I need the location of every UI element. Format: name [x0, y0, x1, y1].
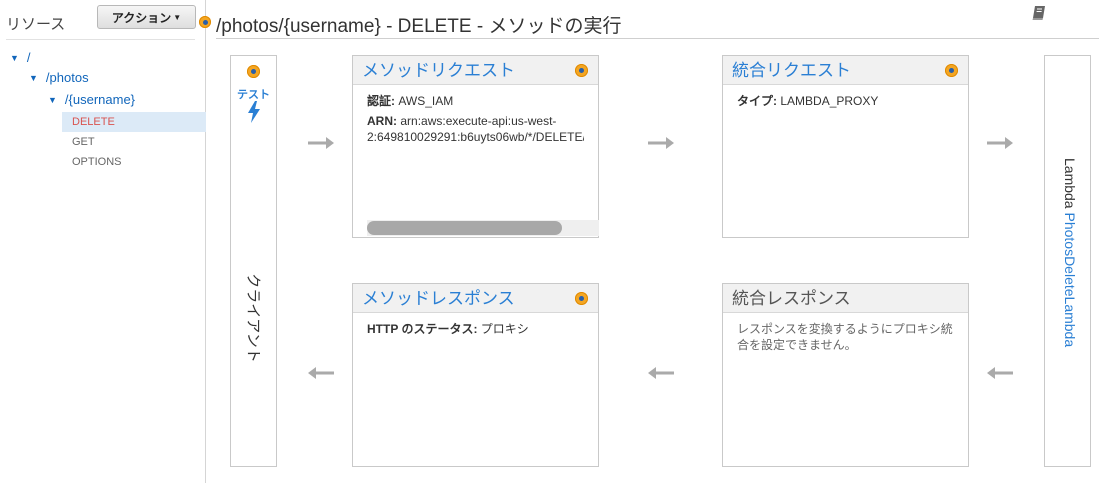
arn-value-line1: arn:aws:execute-api:us-west-: [400, 114, 557, 128]
arrow-left-icon: [648, 367, 674, 379]
type-label: タイプ:: [737, 94, 777, 108]
integration-response-panel: 統合レスポンス レスポンスを変換するようにプロキシ統合を設定できません。: [722, 283, 969, 467]
method-request-panel: メソッドリクエスト 認証: AWS_IAM ARN: arn:aws:execu…: [352, 55, 599, 238]
method-request-title[interactable]: メソッドリクエスト: [362, 61, 515, 80]
sidebar-divider: [6, 39, 195, 40]
lambda-prefix: Lambda: [1061, 158, 1078, 209]
method-item-options[interactable]: OPTIONS: [62, 152, 206, 172]
status-dot-icon: [199, 16, 211, 28]
auth-label: 認証:: [367, 94, 395, 108]
tree-item-label: /: [26, 50, 31, 65]
arrow-left-icon: [987, 367, 1013, 379]
auth-row: 認証: AWS_IAM: [367, 93, 584, 109]
book-icon[interactable]: [1031, 5, 1047, 21]
integration-request-header[interactable]: 統合リクエスト: [723, 56, 968, 85]
lightning-bolt-icon[interactable]: [246, 101, 262, 123]
method-label: DELETE: [72, 116, 115, 128]
http-status-value: プロキシ: [480, 322, 529, 336]
method-response-panel: メソッドレスポンス HTTP のステータス: プロキシ: [352, 283, 599, 467]
horizontal-scrollbar[interactable]: [367, 220, 599, 236]
tree-item-username[interactable]: ▼ /{username}: [48, 92, 135, 107]
header-divider: [216, 38, 1099, 39]
http-status-row: HTTP のステータス: プロキシ: [367, 321, 584, 337]
actions-dropdown-button[interactable]: アクション ▼: [97, 5, 196, 29]
tree-item-photos[interactable]: ▼ /photos: [29, 70, 89, 85]
arn-row: ARN: arn:aws:execute-api:us-west-: [367, 113, 584, 129]
method-label: OPTIONS: [72, 156, 122, 168]
arrow-right-icon: [648, 137, 674, 149]
method-item-delete[interactable]: DELETE: [62, 112, 206, 132]
arn-value-line2: 2:649810029291:b6uyts06wb/*/DELETE/photo…: [367, 130, 584, 144]
expand-triangle-icon[interactable]: ▼: [48, 95, 57, 105]
caret-down-icon: ▼: [173, 12, 182, 22]
actions-label: アクション: [111, 10, 172, 25]
status-dot-icon: [945, 64, 958, 77]
method-response-header[interactable]: メソッドレスポンス: [353, 284, 598, 313]
arrow-right-icon: [987, 137, 1013, 149]
integration-request-title[interactable]: 統合リクエスト: [732, 61, 851, 80]
type-row: タイプ: LAMBDA_PROXY: [737, 93, 954, 109]
arrow-left-icon: [308, 367, 334, 379]
resources-sidebar: リソース アクション ▼ ▼ / ▼ /photos ▼ /{username}…: [0, 0, 206, 483]
auth-value: AWS_IAM: [398, 94, 454, 108]
method-label: GET: [72, 136, 95, 148]
arn-label: ARN:: [367, 114, 397, 128]
lambda-column: Lambda PhotosDeleteLambda: [1044, 55, 1091, 467]
tree-item-label: /photos: [45, 70, 89, 85]
method-response-title[interactable]: メソッドレスポンス: [362, 289, 515, 308]
status-dot-icon: [247, 65, 260, 78]
lambda-label: Lambda PhotosDeleteLambda: [1062, 158, 1078, 347]
expand-triangle-icon[interactable]: ▼: [29, 73, 38, 83]
type-value: LAMBDA_PROXY: [780, 94, 879, 108]
client-label: クライアント: [244, 273, 261, 363]
tree-item-label: /{username}: [64, 92, 136, 107]
integration-response-header: 統合レスポンス: [723, 284, 968, 313]
method-request-header[interactable]: メソッドリクエスト: [353, 56, 598, 85]
status-dot-icon: [575, 64, 588, 77]
scrollbar-thumb[interactable]: [367, 221, 562, 235]
test-link[interactable]: テスト: [231, 86, 276, 102]
page-title: /photos/{username} - DELETE - メソッドの実行: [216, 16, 622, 37]
integration-request-panel: 統合リクエスト タイプ: LAMBDA_PROXY: [722, 55, 969, 238]
http-status-label: HTTP のステータス:: [367, 322, 478, 336]
proxy-message: レスポンスを変換するようにプロキシ統合を設定できません。: [737, 322, 953, 352]
method-item-get[interactable]: GET: [62, 132, 206, 152]
integration-response-title: 統合レスポンス: [732, 289, 851, 308]
sidebar-title: リソース: [6, 16, 66, 33]
client-column: テスト クライアント: [230, 55, 277, 467]
lambda-function-link[interactable]: PhotosDeleteLambda: [1062, 212, 1078, 347]
arrow-right-icon: [308, 137, 334, 149]
tree-item-root[interactable]: ▼ /: [10, 50, 31, 65]
expand-triangle-icon[interactable]: ▼: [10, 53, 19, 63]
status-dot-icon: [575, 292, 588, 305]
